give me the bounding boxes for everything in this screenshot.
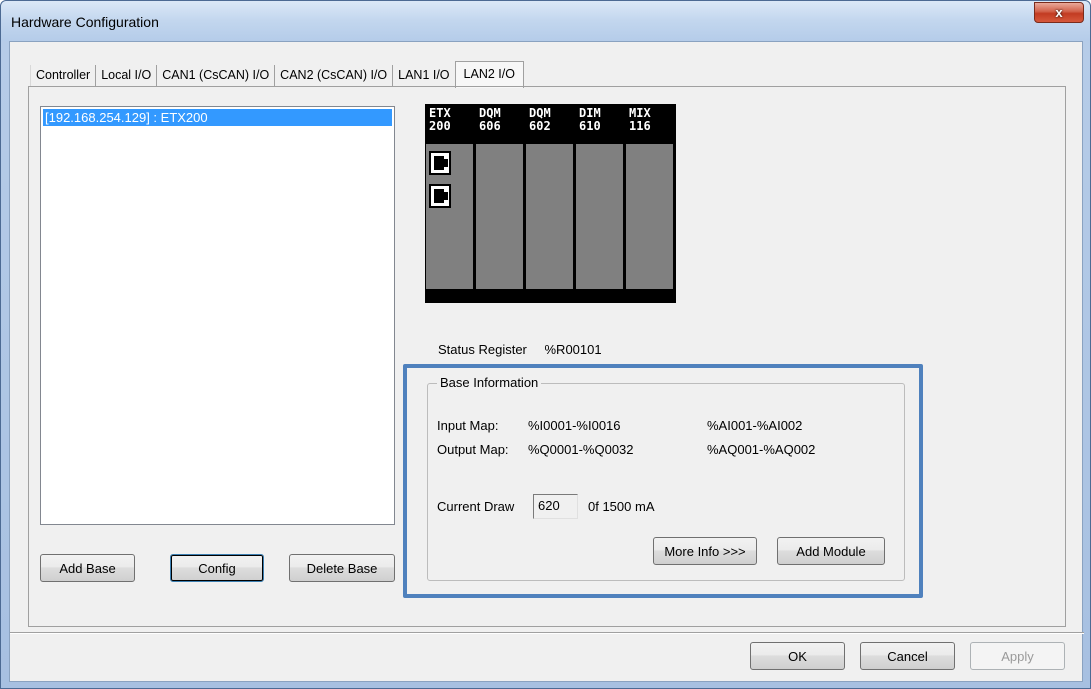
rack-slot-dqm602[interactable]: DQM 602 bbox=[525, 104, 573, 303]
title-bar[interactable]: Hardware Configuration x bbox=[1, 1, 1090, 41]
slot-label: DQM 602 bbox=[525, 104, 573, 144]
rack-slot-dim610[interactable]: DIM 610 bbox=[575, 104, 623, 303]
close-icon: x bbox=[1055, 5, 1063, 20]
slot-body bbox=[526, 144, 573, 289]
status-register-value: %R00101 bbox=[544, 342, 602, 357]
ethernet-port-icon bbox=[429, 151, 451, 175]
hardware-configuration-window: Hardware Configuration x Controller Loca… bbox=[0, 0, 1091, 689]
tab-lan1-io[interactable]: LAN1 I/O bbox=[393, 65, 456, 87]
tab-strip: Controller Local I/O CAN1 (CsCAN) I/O CA… bbox=[30, 59, 524, 88]
window-title: Hardware Configuration bbox=[11, 14, 159, 30]
tab-controller[interactable]: Controller bbox=[30, 65, 97, 87]
slot-label: MIX 116 bbox=[625, 104, 673, 144]
current-draw-max: 0f 1500 mA bbox=[588, 499, 655, 514]
group-title: Base Information bbox=[437, 375, 542, 390]
add-base-button[interactable]: Add Base bbox=[40, 554, 135, 582]
base-listbox[interactable]: [192.168.254.129] : ETX200 bbox=[40, 106, 395, 525]
config-button[interactable]: Config bbox=[170, 554, 264, 582]
tab-can1-io[interactable]: CAN1 (CsCAN) I/O bbox=[157, 65, 276, 87]
list-item[interactable]: [192.168.254.129] : ETX200 bbox=[43, 109, 392, 126]
module-number: 602 bbox=[529, 119, 551, 133]
slot-body bbox=[626, 144, 673, 289]
status-register: Status Register %R00101 bbox=[438, 342, 602, 357]
output-map-analog: %AQ001-%AQ002 bbox=[707, 442, 816, 457]
slot-body bbox=[476, 144, 523, 289]
rack-slot-mix116[interactable]: MIX 116 bbox=[625, 104, 673, 303]
current-draw-label: Current Draw bbox=[437, 499, 515, 514]
tab-local-io[interactable]: Local I/O bbox=[96, 65, 158, 87]
input-map-label: Input Map: bbox=[437, 418, 499, 433]
more-info-button[interactable]: More Info >>> bbox=[653, 537, 757, 565]
input-map-analog: %AI001-%AI002 bbox=[707, 418, 803, 433]
footer-separator bbox=[10, 632, 1084, 634]
io-rack-diagram[interactable]: ETX 200 DQM 606 DQM 602 DIM 610 MIX 116 bbox=[425, 104, 676, 303]
ethernet-port-icon bbox=[429, 184, 451, 208]
slot-body bbox=[426, 144, 473, 289]
slot-label: DQM 606 bbox=[475, 104, 523, 144]
slot-label: DIM 610 bbox=[575, 104, 623, 144]
close-button[interactable]: x bbox=[1034, 2, 1084, 23]
module-number: 200 bbox=[429, 119, 451, 133]
output-map-label: Output Map: bbox=[437, 442, 509, 457]
output-map-digital: %Q0001-%Q0032 bbox=[528, 442, 634, 457]
delete-base-button[interactable]: Delete Base bbox=[289, 554, 395, 582]
tab-can2-io[interactable]: CAN2 (CsCAN) I/O bbox=[275, 65, 394, 87]
add-module-button[interactable]: Add Module bbox=[777, 537, 885, 565]
rack-slot-dqm606[interactable]: DQM 606 bbox=[475, 104, 523, 303]
ok-button[interactable]: OK bbox=[750, 642, 845, 670]
module-number: 610 bbox=[579, 119, 601, 133]
dialog-client-area: Controller Local I/O CAN1 (CsCAN) I/O CA… bbox=[9, 41, 1084, 682]
apply-button[interactable]: Apply bbox=[970, 642, 1065, 670]
current-draw-field: 620 bbox=[533, 494, 578, 519]
tab-lan2-io[interactable]: LAN2 I/O bbox=[454, 61, 524, 88]
slot-label: ETX 200 bbox=[425, 104, 473, 144]
input-map-digital: %I0001-%I0016 bbox=[528, 418, 621, 433]
module-number: 606 bbox=[479, 119, 501, 133]
rack-slot-etx200[interactable]: ETX 200 bbox=[425, 104, 473, 303]
cancel-button[interactable]: Cancel bbox=[860, 642, 955, 670]
status-register-label: Status Register bbox=[438, 342, 527, 357]
module-number: 116 bbox=[629, 119, 651, 133]
slot-body bbox=[576, 144, 623, 289]
